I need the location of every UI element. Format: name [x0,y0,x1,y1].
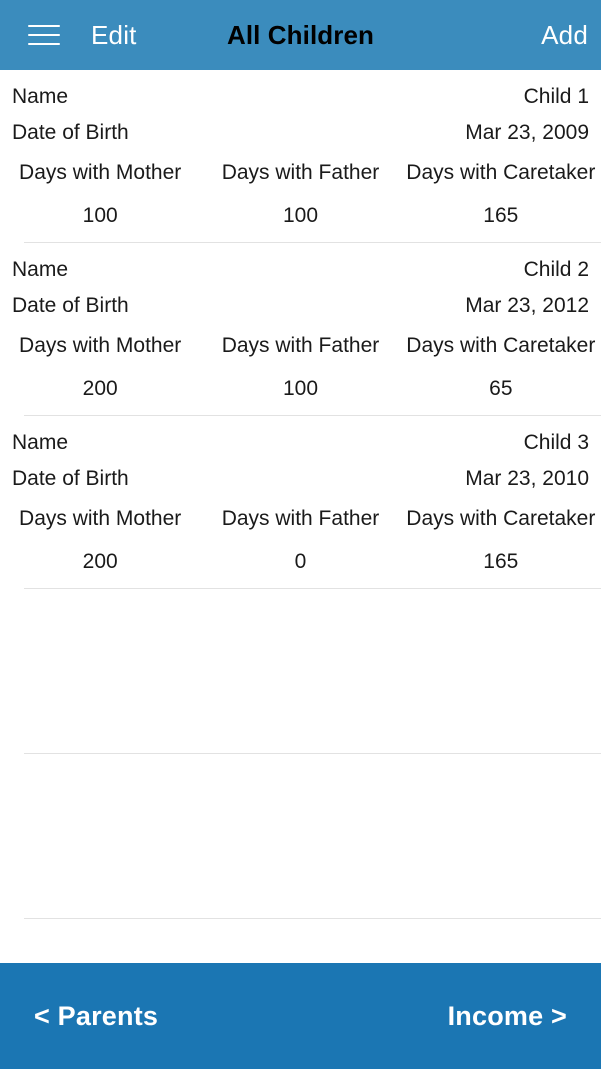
days-grid: Days with Mother 200 Days with Father 10… [0,335,601,399]
dob-label: Date of Birth [12,293,129,317]
previous-parents-button[interactable]: < Parents [34,1001,158,1032]
dob-line: Date of Birth Mar 23, 2009 [0,114,601,150]
app-screen: Edit All Children Add Name Child 1 Date … [0,0,601,1069]
days-father-label: Days with Father [221,161,380,184]
days-grid: Days with Mother 200 Days with Father 0 … [0,508,601,572]
days-caretaker-column: Days with Caretaker 65 [401,335,601,399]
days-caretaker-value: 65 [489,377,513,400]
days-father-label: Days with Father [221,334,380,357]
empty-list-row [0,589,601,754]
children-list: Name Child 1 Date of Birth Mar 23, 2009 … [0,70,601,963]
dob-line: Date of Birth Mar 23, 2012 [0,287,601,323]
days-father-label: Days with Father [221,507,380,530]
days-caretaker-column: Days with Caretaker 165 [401,162,601,226]
name-label: Name [12,84,69,108]
days-mother-label: Days with Mother [19,161,182,184]
name-value: Child 2 [523,257,589,281]
days-father-column: Days with Father 100 [200,162,400,226]
days-mother-label: Days with Mother [19,507,182,530]
empty-list-row [0,754,601,919]
days-grid: Days with Mother 100 Days with Father 10… [0,162,601,226]
days-caretaker-column: Days with Caretaker 165 [401,508,601,572]
hamburger-bar-3 [28,43,60,45]
table-row[interactable]: Name Child 2 Date of Birth Mar 23, 2012 … [0,251,601,416]
days-father-column: Days with Father 0 [200,508,400,572]
days-father-column: Days with Father 100 [200,335,400,399]
days-father-value: 100 [282,204,319,227]
days-father-value: 0 [294,550,307,573]
days-caretaker-label: Days with Caretaker [406,161,596,184]
hamburger-bar-1 [28,25,60,27]
footer-navigation-bar: < Parents Income > [0,963,601,1069]
dob-label: Date of Birth [12,120,129,144]
name-label: Name [12,430,69,454]
days-caretaker-value: 165 [483,204,519,227]
table-row[interactable]: Name Child 1 Date of Birth Mar 23, 2009 … [0,78,601,243]
days-caretaker-label: Days with Caretaker [406,334,596,357]
days-mother-value: 200 [82,550,118,573]
hamburger-bar-2 [28,34,60,36]
dob-line: Date of Birth Mar 23, 2010 [0,460,601,496]
days-caretaker-value: 165 [483,550,519,573]
dob-value: Mar 23, 2012 [465,293,589,317]
days-caretaker-label: Days with Caretaker [406,507,596,530]
days-mother-label: Days with Mother [19,334,182,357]
days-mother-value: 100 [82,204,118,227]
name-value: Child 3 [523,430,589,454]
days-father-value: 100 [282,377,319,400]
days-mother-column: Days with Mother 200 [0,335,200,399]
name-value: Child 1 [523,84,589,108]
name-line: Name Child 1 [0,78,601,114]
table-row[interactable]: Name Child 3 Date of Birth Mar 23, 2010 … [0,424,601,589]
name-label: Name [12,257,69,281]
add-button[interactable]: Add [541,0,588,70]
days-mother-column: Days with Mother 100 [0,162,200,226]
days-mother-column: Days with Mother 200 [0,508,200,572]
dob-label: Date of Birth [12,466,129,490]
name-line: Name Child 2 [0,251,601,287]
next-income-button[interactable]: Income > [448,1001,567,1032]
name-line: Name Child 3 [0,424,601,460]
dob-value: Mar 23, 2010 [465,466,589,490]
dob-value: Mar 23, 2009 [465,120,589,144]
edit-button[interactable]: Edit [91,0,137,70]
days-mother-value: 200 [82,377,118,400]
hamburger-menu-icon[interactable] [22,18,66,52]
navigation-header: Edit All Children Add [0,0,601,70]
